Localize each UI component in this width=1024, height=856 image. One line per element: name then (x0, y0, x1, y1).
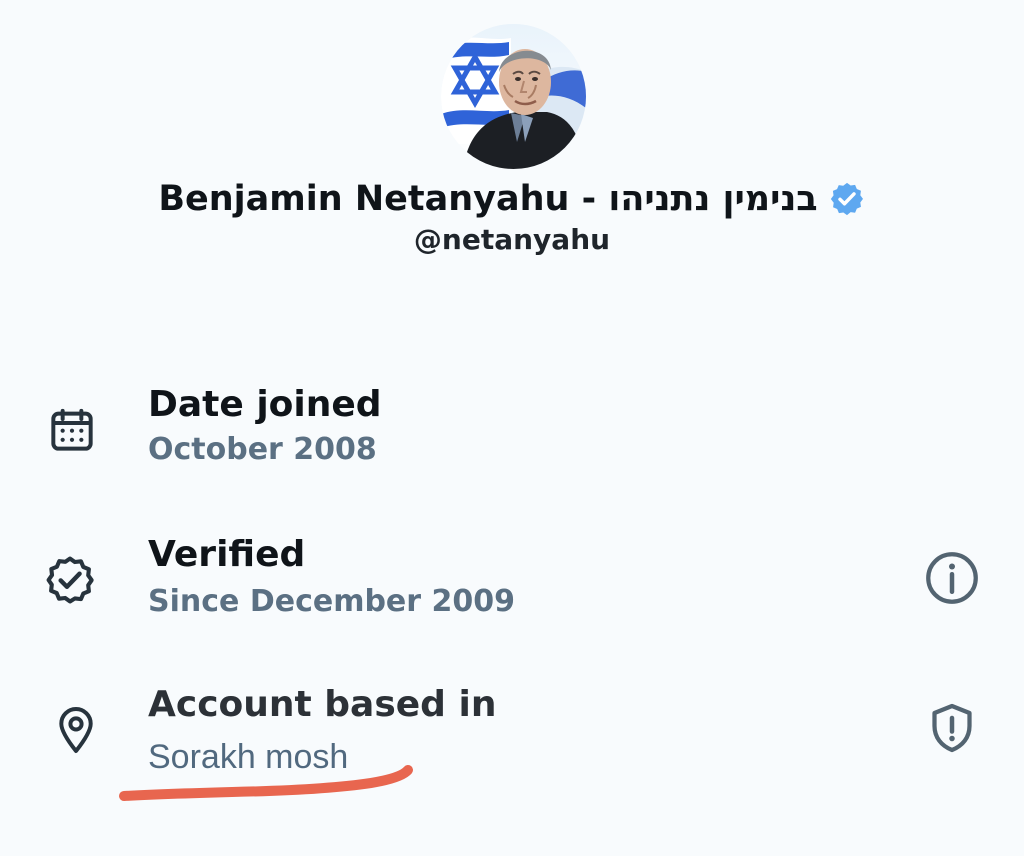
profile-header: Benjamin Netanyahu - בנימין נתניהו @neta… (0, 0, 1024, 270)
date-joined-title: Date joined (148, 384, 382, 425)
verified-since-value: Since December 2009 (148, 584, 516, 619)
location-pin-icon (59, 707, 93, 753)
display-name: Benjamin Netanyahu - בנימין נתניהו (158, 179, 818, 219)
account-based-title: Account based in (148, 684, 497, 725)
verified-row: Verified Since December 2009 (0, 530, 1024, 640)
display-name-row: Benjamin Netanyahu - בנימין נתניהו (0, 172, 1024, 226)
verified-seal-icon (46, 556, 94, 604)
underline-annotation (119, 765, 413, 801)
verified-title: Verified (148, 534, 306, 575)
avatar[interactable] (441, 24, 586, 169)
date-joined-row: Date joined October 2008 (0, 380, 1024, 490)
date-joined-value: October 2008 (148, 432, 377, 467)
avatar-image (441, 24, 586, 169)
verified-badge-icon[interactable] (828, 180, 866, 218)
shield-alert-icon[interactable] (922, 698, 982, 758)
info-icon[interactable] (922, 548, 982, 608)
calendar-icon (51, 408, 93, 451)
profile-handle: @netanyahu (413, 223, 611, 256)
